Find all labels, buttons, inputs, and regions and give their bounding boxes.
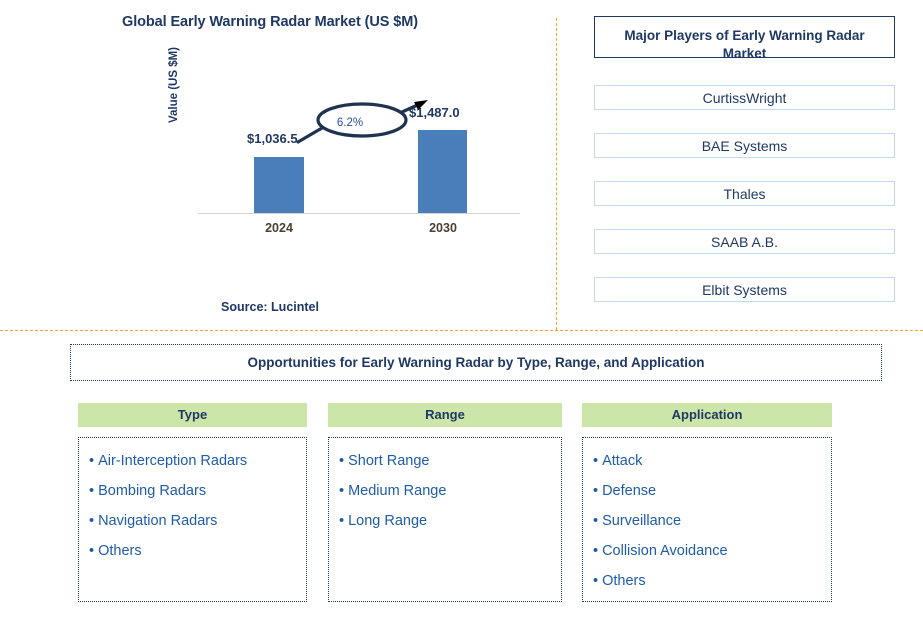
bullet-icon: • [89,453,95,469]
opportunities-banner-label: Opportunities for Early Warning Radar by… [247,355,705,370]
major-players-header: Major Players of Early Warning Radar Mar… [594,16,895,61]
opportunities-banner: Opportunities for Early Warning Radar by… [70,344,882,381]
bullet-icon: • [89,543,95,559]
list-item-label: Others [602,573,646,589]
list-item: • Air-Interception Radars [89,446,296,476]
bullet-icon: • [89,513,95,529]
category-header-application: Application [582,403,832,427]
list-item-label: Defense [602,483,657,499]
player-item[interactable]: CurtissWright [594,85,895,110]
list-item: • Navigation Radars [89,506,296,536]
bullet-icon: • [593,573,599,589]
list-item-label: Bombing Radars [98,483,207,499]
market-chart-panel: Global Early Warning Radar Market (US $M… [0,0,556,330]
bullet-icon: • [593,543,599,559]
list-item: • Others [593,566,821,596]
bullet-icon: • [339,483,345,499]
x-tick-2024: 2024 [265,221,293,235]
list-item: • Surveillance [593,506,821,536]
player-item[interactable]: Thales [594,181,895,206]
source-label: Source: Lucintel [221,300,319,314]
list-item: • Short Range [339,446,551,476]
category-list-range: • Short Range • Medium Range • Long Range [328,437,562,602]
cagr-value-label: 6.2% [336,117,364,129]
list-item: • Defense [593,476,821,506]
list-item-label: Short Range [348,453,430,469]
list-item-label: Long Range [348,513,428,529]
bar-value-2024: $1,036.5 [247,131,298,146]
category-list-type: • Air-Interception Radars • Bombing Radars… [78,437,307,602]
list-item-label: Attack [602,453,643,469]
list-item: • Collision Avoidance [593,536,821,566]
category-header-range: Range [328,403,562,427]
bullet-icon: • [339,453,345,469]
bullet-icon: • [593,513,599,529]
list-item-label: Medium Range [348,483,447,499]
list-item-label: Others [98,543,142,559]
category-column-range: Range • Short Range • Medium Range • Long R… [328,403,562,602]
category-column-type: Type • Air-Interception Radars • Bombing R… [78,403,307,602]
player-item[interactable]: BAE Systems [594,133,895,158]
list-item: • Long Range [339,506,551,536]
list-item-label: Collision Avoidance [602,543,728,559]
list-item: • Bombing Radars [89,476,296,506]
list-item-label: Navigation Radars [98,513,218,529]
list-item: • Attack [593,446,821,476]
list-item: • Others [89,536,296,566]
player-item[interactable]: Elbit Systems [594,277,895,302]
bullet-icon: • [593,483,599,499]
x-axis-line [198,213,520,214]
list-item: • Medium Range [339,476,551,506]
horizontal-divider [0,330,923,331]
bar-chart-plot: Value (US $M) $1,036.5 $1,487.0 2024 203… [0,0,556,260]
bullet-icon: • [89,483,95,499]
y-axis-label: Value (US $M) [168,46,180,124]
category-list-application: • Attack • Defense • Surveillance • Collisio… [582,437,832,602]
category-header-type: Type [78,403,307,427]
player-item[interactable]: SAAB A.B. [594,229,895,254]
bar-2024 [254,157,304,213]
list-item-label: Surveillance [602,513,682,529]
major-players-panel: Major Players of Early Warning Radar Mar… [594,16,895,302]
list-item-label: Air-Interception Radars [98,453,248,469]
category-column-application: Application • Attack • Defense • Surveillan… [582,403,832,602]
bullet-icon: • [339,513,345,529]
bullet-icon: • [593,453,599,469]
vertical-divider [556,18,557,330]
x-tick-2030: 2030 [429,221,457,235]
